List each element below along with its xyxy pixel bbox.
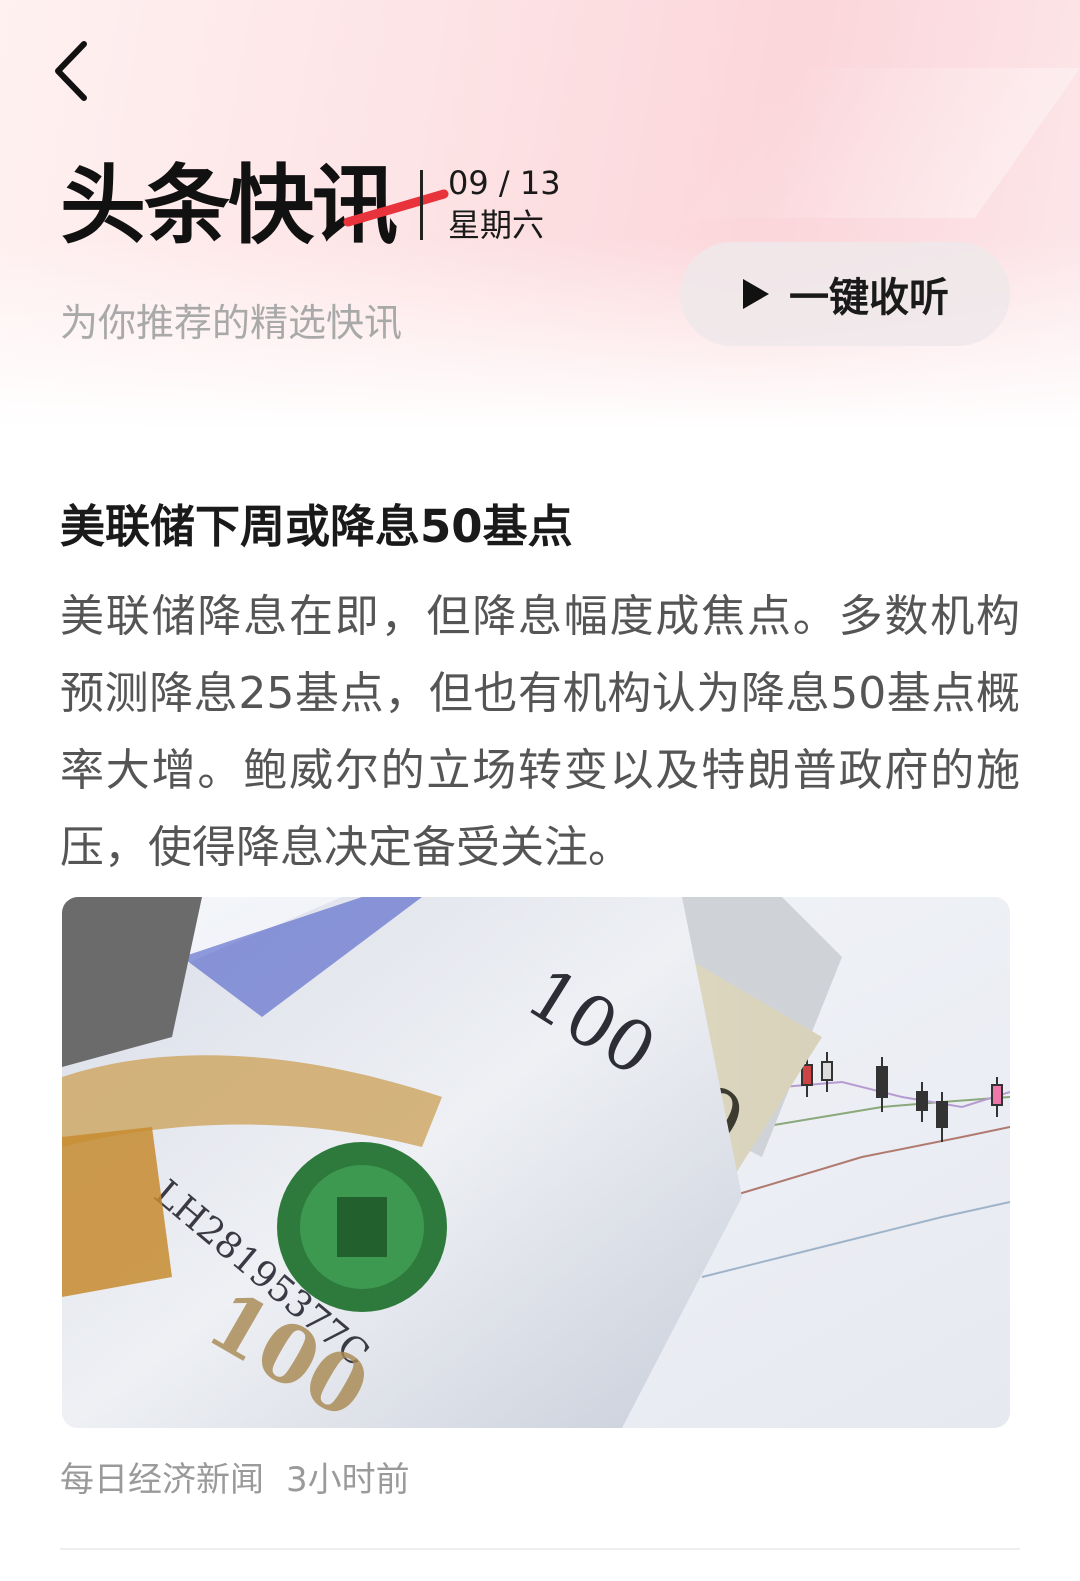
brand-logo: 头条快讯 (60, 158, 449, 254)
date-divider (420, 170, 423, 240)
article-summary[interactable]: 美联储降息在即，但降息幅度成焦点。多数机构预测降息25基点，但也有机构认为降息5… (60, 578, 1020, 886)
article-meta: 每日经济新闻 3小时前 (60, 1456, 410, 1504)
divider (60, 1548, 1020, 1550)
article-title[interactable]: 美联储下周或降息50基点 (60, 496, 1020, 558)
listen-all-button[interactable]: 一键收听 (680, 242, 1010, 346)
weekday-text: 星期六 (448, 206, 545, 244)
date-block: 09 / 13 星期六 (448, 162, 608, 246)
date-text: 09 / 13 (448, 164, 561, 202)
article-image[interactable]: 10 100 LH28195377C 100 (62, 897, 1010, 1428)
play-icon (743, 279, 769, 309)
logo-accent-slash (343, 189, 449, 227)
page-subtitle: 为你推荐的精选快讯 (60, 301, 403, 345)
article-source: 每日经济新闻 (60, 1460, 264, 1500)
back-button[interactable] (44, 36, 104, 106)
chevron-left-icon (55, 41, 87, 101)
article-time: 3小时前 (286, 1460, 410, 1500)
article-image-illustration: 10 100 LH28195377C 100 (62, 897, 1010, 1428)
listen-button-label: 一键收听 (789, 275, 949, 321)
